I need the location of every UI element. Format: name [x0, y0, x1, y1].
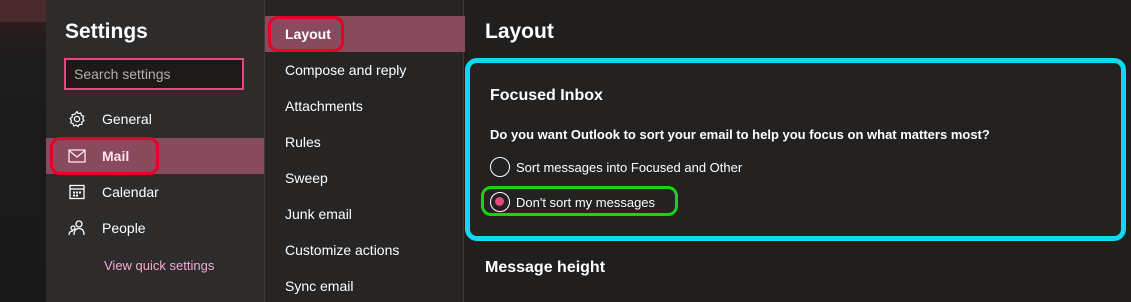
submenu-item-attachments[interactable]: Attachments [265, 88, 465, 124]
background-strip [0, 0, 46, 302]
settings-title: Settings [65, 20, 148, 43]
nav-item-label: People [102, 220, 146, 236]
layout-highlight-ring [268, 16, 344, 52]
nav-item-general[interactable]: General [46, 101, 264, 137]
focused-inbox-card: Focused Inbox Do you want Outlook to sor… [465, 58, 1126, 241]
radio-button[interactable] [490, 157, 510, 177]
radio-label: Sort messages into Focused and Other [516, 159, 743, 175]
submenu-item-rules[interactable]: Rules [265, 124, 465, 160]
submenu-item-customize-actions[interactable]: Customize actions [265, 232, 465, 268]
people-icon [68, 219, 86, 237]
submenu-item-compose-and-reply[interactable]: Compose and reply [265, 52, 465, 88]
main-panel: Layout Focused Inbox Do you want Outlook… [465, 0, 1131, 302]
view-quick-settings-link[interactable]: View quick settings [104, 258, 214, 273]
submenu-item-sync-email[interactable]: Sync email [265, 268, 465, 302]
search-settings-input[interactable] [64, 58, 244, 90]
radio-option-sort-focused-other[interactable]: Sort messages into Focused and Other [490, 157, 742, 177]
message-height-title: Message height [485, 259, 606, 276]
calendar-icon [68, 183, 86, 201]
submenu-item-junk-email[interactable]: Junk email [265, 196, 465, 232]
mail-highlight-ring [50, 137, 159, 175]
focused-inbox-title: Focused Inbox [490, 87, 603, 104]
nav-item-label: General [102, 111, 152, 127]
gear-icon [68, 110, 86, 128]
nav-item-people[interactable]: People [46, 210, 264, 246]
nav-item-label: Calendar [102, 184, 159, 200]
dont-sort-highlight-ring [481, 186, 678, 216]
nav-item-calendar[interactable]: Calendar [46, 174, 264, 210]
page-title: Layout [485, 20, 554, 43]
submenu-item-sweep[interactable]: Sweep [265, 160, 465, 196]
focused-inbox-question: Do you want Outlook to sort your email t… [490, 127, 990, 142]
